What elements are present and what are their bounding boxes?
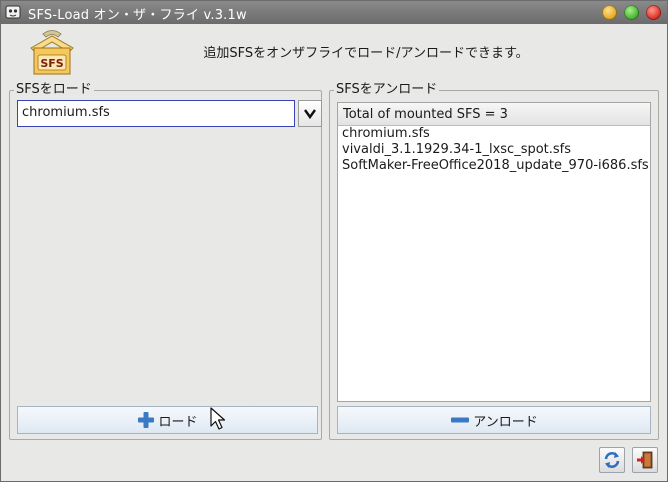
header-description: 追加SFSをオンザフライでロード/アンロードできます。	[203, 46, 529, 61]
app-icon	[5, 5, 21, 19]
mouse-cursor-icon	[210, 407, 226, 430]
minimize-button[interactable]	[602, 5, 617, 20]
load-panel: SFSをロード chromium.sfs ロード	[9, 82, 322, 440]
list-item[interactable]: SoftMaker-FreeOffice2018_update_970-i686…	[338, 158, 650, 174]
load-button[interactable]: ロード	[17, 406, 318, 434]
window-title: SFS-Load オン・ザ・フライ v.3.1w	[28, 8, 247, 23]
title-bar[interactable]: SFS-Load オン・ザ・フライ v.3.1w	[1, 1, 667, 24]
exit-button[interactable]	[632, 447, 658, 473]
exit-icon	[637, 451, 653, 469]
unload-panel-title: SFSをアンロード	[334, 82, 440, 98]
mounted-sfs-list[interactable]: Total of mounted SFS = 3 chromium.sfs vi…	[337, 102, 651, 402]
maximize-button[interactable]	[624, 5, 639, 20]
minus-icon	[451, 417, 470, 423]
load-panel-title: SFSをロード	[14, 82, 94, 98]
sfs-select-input[interactable]: chromium.sfs	[17, 100, 295, 127]
refresh-button[interactable]	[599, 447, 625, 473]
unload-panel: SFSをアンロード Total of mounted SFS = 3 chrom…	[329, 82, 659, 440]
list-item[interactable]: chromium.sfs	[338, 126, 650, 142]
plus-icon	[138, 412, 155, 428]
list-header: Total of mounted SFS = 3	[338, 103, 650, 126]
list-item[interactable]: vivaldi_3.1.1929.34-1_lxsc_spot.sfs	[338, 142, 650, 158]
sfs-select[interactable]: chromium.sfs	[17, 100, 322, 127]
close-button[interactable]	[646, 5, 661, 20]
chevron-down-icon	[304, 109, 316, 120]
refresh-icon	[604, 452, 620, 468]
sfs-select-dropdown-button[interactable]	[298, 100, 322, 127]
load-button-label: ロード	[158, 414, 198, 430]
unload-button[interactable]: アンロード	[337, 406, 651, 434]
unload-button-label: アンロード	[473, 414, 538, 430]
main-window: SFS-Load オン・ザ・フライ v.3.1w SFS 追加SFSをオンザフラ…	[0, 0, 668, 482]
